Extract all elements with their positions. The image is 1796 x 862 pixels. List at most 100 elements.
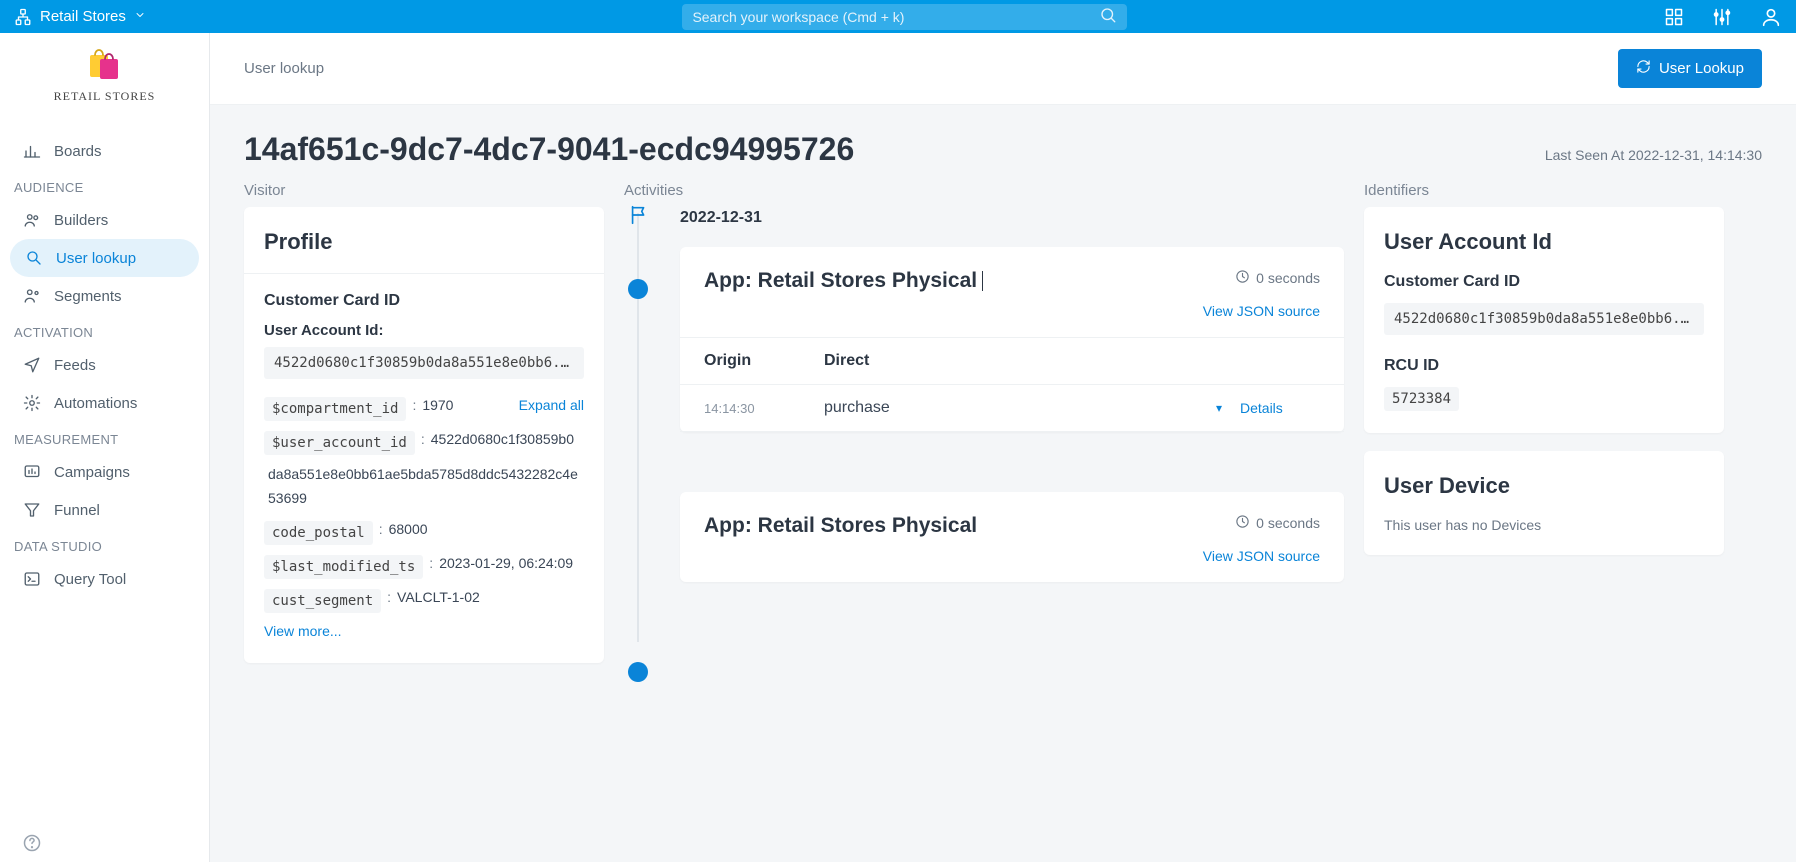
send-icon [22, 356, 42, 374]
workspace-name: Retail Stores [40, 8, 126, 25]
nav-label: Boards [54, 143, 102, 160]
refresh-icon [1636, 59, 1651, 78]
search-placeholder: Search your workspace (Cmd + k) [692, 9, 1099, 25]
nav-user-lookup[interactable]: User lookup [10, 239, 199, 277]
view-more-link[interactable]: View more... [264, 623, 342, 639]
nav-label: Feeds [54, 357, 96, 374]
nav-segments[interactable]: Segments [0, 277, 209, 315]
help-icon[interactable] [22, 833, 42, 858]
timeline-dot [628, 662, 648, 682]
timeline-dot [628, 279, 648, 299]
topbar: Retail Stores Search your workspace (Cmd… [0, 0, 1796, 33]
details-link[interactable]: Details [1240, 400, 1320, 416]
nav-builders[interactable]: Builders [0, 201, 209, 239]
customer-card-id-value: 4522d0680c1f30859b0da8a551e8e0bb6... [1384, 303, 1704, 335]
identifiers-card: User Account Id Customer Card ID 4522d06… [1364, 207, 1724, 433]
global-search[interactable]: Search your workspace (Cmd + k) [682, 4, 1127, 30]
settings-sliders-icon[interactable] [1712, 7, 1732, 27]
column-label-visitor: Visitor [244, 182, 604, 199]
clock-icon [1235, 514, 1250, 532]
customer-card-id-label: Customer Card ID [264, 292, 584, 310]
user-account-id-value: 4522d0680c1f30859b0da8a551e8e0bb6... [264, 347, 584, 379]
timeline-date: 2022-12-31 [680, 207, 1344, 227]
terminal-icon [22, 570, 42, 588]
button-label: User Lookup [1659, 60, 1744, 77]
column-label-identifiers: Identifiers [1364, 182, 1724, 199]
nav-query-tool[interactable]: Query Tool [0, 560, 209, 598]
nav-funnel[interactable]: Funnel [0, 491, 209, 529]
activity-app-label: App: Retail Stores Physical [704, 514, 977, 538]
user-lookup-button[interactable]: User Lookup [1618, 49, 1762, 88]
kv-row: $last_modified_ts : 2023-01-29, 06:24:09 [264, 555, 584, 579]
nav-label: Segments [54, 288, 122, 305]
section-activation: ACTIVATION [0, 315, 209, 346]
flag-icon [627, 203, 651, 227]
section-datastudio: DATA STUDIO [0, 529, 209, 560]
caret-down-icon [134, 8, 146, 25]
kv-row: $user_account_id : 4522d0680c1f30859b0 [264, 431, 584, 455]
search-icon [1099, 6, 1117, 27]
activity-event-row[interactable]: 14:14:30 purchase ▾ Details [680, 385, 1344, 432]
funnel-icon [22, 501, 42, 519]
activity-card: App: Retail Stores Physical 0 seconds Vi… [680, 247, 1344, 432]
view-json-link[interactable]: View JSON source [1203, 303, 1320, 319]
nav-label: Campaigns [54, 464, 130, 481]
kv-row: $compartment_id : 1970 [264, 397, 519, 421]
activities-timeline: 2022-12-31 App: Retail Stores Physical 0… [624, 207, 1344, 642]
column-label-activities: Activities [624, 182, 1344, 199]
text-cursor [982, 271, 983, 291]
chart-bar-icon [22, 142, 42, 160]
nav-label: Query Tool [54, 571, 126, 588]
nav-label: Builders [54, 212, 108, 229]
activity-app-label: App: Retail Stores Physical [704, 269, 983, 293]
last-seen: Last Seen At 2022-12-31, 14:14:30 [1545, 147, 1762, 163]
nav-label: Funnel [54, 502, 100, 519]
nav-label: Automations [54, 395, 137, 412]
nav-automations[interactable]: Automations [0, 384, 209, 422]
view-json-link[interactable]: View JSON source [1203, 548, 1320, 564]
user-device-card: User Device This user has no Devices [1364, 451, 1724, 555]
apps-grid-icon[interactable] [1664, 7, 1684, 27]
sitemap-icon [14, 8, 32, 26]
device-empty-text: This user has no Devices [1384, 517, 1704, 533]
sidebar: RETAIL STORES Boards AUDIENCE Builders U… [0, 33, 210, 862]
nav-boards[interactable]: Boards [0, 132, 209, 170]
page-title: 14af651c-9dc7-4dc7-9041-ecdc94995726 [244, 131, 854, 168]
profile-title: Profile [264, 229, 584, 255]
rcu-id-value: 5723384 [1384, 387, 1459, 411]
section-measurement: MEASUREMENT [0, 422, 209, 453]
user-account-id-title: User Account Id [1384, 229, 1704, 255]
activity-duration: 0 seconds [1235, 269, 1320, 287]
expand-all-link[interactable]: Expand all [519, 397, 584, 413]
divider [244, 273, 604, 274]
content: User lookup User Lookup 14af651c-9dc7-4d… [210, 33, 1796, 862]
nav-feeds[interactable]: Feeds [0, 346, 209, 384]
page-header: User lookup User Lookup [210, 33, 1796, 105]
dashboard-icon [22, 463, 42, 481]
section-audience: AUDIENCE [0, 170, 209, 201]
gear-icon [22, 394, 42, 412]
workspace-selector[interactable]: Retail Stores [40, 8, 146, 25]
nav-label: User lookup [56, 250, 136, 267]
clock-icon [1235, 269, 1250, 287]
breadcrumb: User lookup [244, 60, 324, 77]
chevron-down-icon[interactable]: ▾ [1198, 401, 1240, 415]
rcu-id-label: RCU ID [1384, 357, 1704, 375]
activity-card: App: Retail Stores Physical 0 seconds Vi… [680, 492, 1344, 582]
nav-campaigns[interactable]: Campaigns [0, 453, 209, 491]
activity-origin-row: Origin Direct [680, 338, 1344, 385]
customer-card-id-label: Customer Card ID [1384, 273, 1704, 291]
profile-card: Profile Customer Card ID User Account Id… [244, 207, 604, 663]
activity-duration: 0 seconds [1235, 514, 1320, 532]
user-search-icon [24, 249, 44, 267]
user-account-id-label: User Account Id: [264, 322, 584, 339]
kv-row: code_postal : 68000 [264, 521, 584, 545]
users-icon [22, 211, 42, 229]
user-device-title: User Device [1384, 473, 1704, 499]
user-icon[interactable] [1760, 6, 1782, 28]
kv-row: cust_segment : VALCLT-1-02 [264, 589, 584, 613]
brand-logo: RETAIL STORES [0, 47, 209, 104]
user-account-id-overflow: da8a551e8e0bb61ae5bda5785d8ddc5432282c4e… [268, 463, 584, 511]
shopping-bags-icon [84, 47, 126, 83]
segment-icon [22, 287, 42, 305]
